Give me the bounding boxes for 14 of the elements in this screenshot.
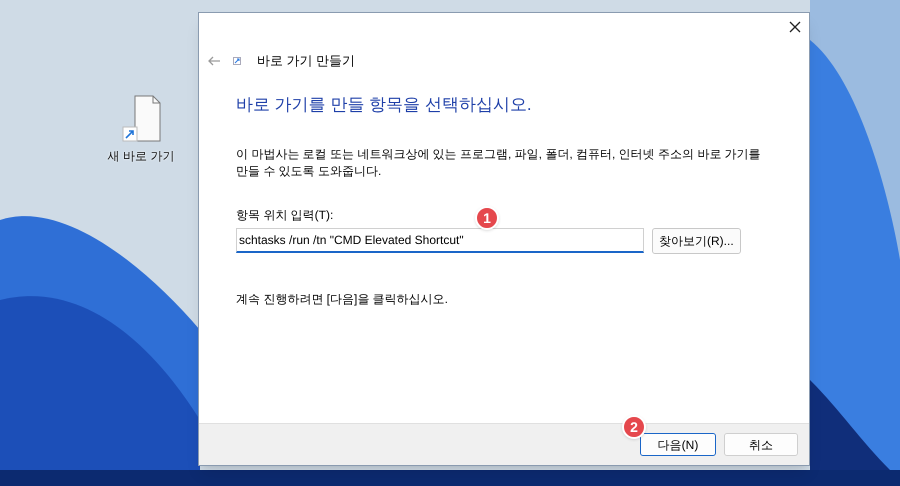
dialog-button[interactable]: 다음(N) [640, 433, 716, 456]
field-label: 항목 위치 입력(T): [236, 206, 334, 224]
dialog-button[interactable]: 취소 [724, 433, 798, 456]
dialog-title: 바로 가기 만들기 [257, 52, 356, 70]
desktop-icon-label[interactable]: 새 바로 가기 [108, 147, 174, 165]
description-text: 이 마법사는 로컬 또는 네트워크상에 있는 프로그램, 파일, 폴더, 컴퓨터, 인터넷 주소의 바로 가기를 만들 수 있도록 도와줍니다. [236, 146, 762, 180]
instruction-text: 계속 진행하려면 [다음]을 클릭하십시오. [236, 290, 450, 308]
close-icon[interactable] [789, 21, 801, 33]
file-shortcut-icon[interactable] [121, 95, 161, 143]
location-input-field[interactable]: schtasks /run /tn "CMD Elevated Shortcut" [236, 228, 644, 253]
dialog-heading: 바로 가기를 만들 항목을 선택하십시오. [236, 94, 533, 116]
browse-button[interactable]: 찾아보기(R)... [652, 228, 741, 254]
back-arrow-icon[interactable] [207, 56, 221, 66]
shortcut-icon [233, 57, 241, 65]
